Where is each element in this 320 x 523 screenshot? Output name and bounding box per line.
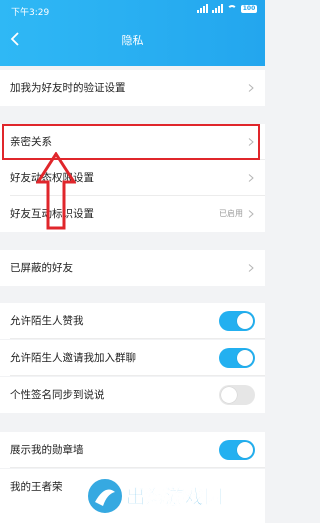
status-time: 下午3:29 (11, 8, 50, 18)
signature-sync-item: 个性签名同步到说说 (0, 377, 265, 413)
wifi-icon (227, 5, 237, 12)
watermark: 出海游戏园 (80, 470, 265, 523)
toggle-knob (221, 387, 237, 403)
honor-of-kings-label: 我的王者荣 (10, 481, 63, 493)
chevron-right-icon (248, 174, 254, 182)
allow-stranger-group-item: 允许陌生人邀请我加入群聊 (0, 340, 265, 376)
interaction-marks-status: 已启用 (219, 209, 243, 218)
title-bar: 下午3:29 100 隐私 (0, 0, 265, 66)
show-medals-label: 展示我的勋章墙 (10, 444, 84, 456)
signature-sync-label: 个性签名同步到说说 (10, 389, 105, 401)
divider (10, 467, 265, 468)
divider (10, 338, 265, 339)
divider (10, 375, 265, 376)
toggle-knob (237, 442, 253, 458)
allow-stranger-like-toggle[interactable] (219, 311, 255, 331)
verification-settings-label: 加我为好友时的验证设置 (10, 82, 126, 94)
allow-stranger-like-label: 允许陌生人赞我 (10, 315, 84, 327)
allow-stranger-group-label: 允许陌生人邀请我加入群聊 (10, 352, 136, 364)
chevron-right-icon (248, 264, 254, 272)
allow-stranger-group-toggle[interactable] (219, 348, 255, 368)
page-title: 隐私 (121, 34, 144, 47)
battery-icon: 100 (241, 4, 257, 13)
status-bar: 下午3:29 100 (0, 0, 265, 22)
show-medals-toggle[interactable] (219, 440, 255, 460)
blocked-friends-item[interactable]: 已屏蔽的好友 (0, 250, 265, 286)
signature-sync-toggle[interactable] (219, 385, 255, 405)
watermark-logo-icon (86, 477, 124, 515)
chevron-right-icon (248, 84, 254, 92)
blocked-friends-label: 已屏蔽的好友 (10, 262, 73, 274)
allow-stranger-like-item: 允许陌生人赞我 (0, 303, 265, 339)
signal-icon (197, 4, 208, 13)
toggle-knob (237, 350, 253, 366)
status-icons: 100 (197, 4, 257, 13)
toggle-knob (237, 313, 253, 329)
show-medals-item: 展示我的勋章墙 (0, 432, 265, 468)
signal-icon-2 (212, 4, 223, 13)
watermark-text: 出海游戏园 (126, 486, 224, 509)
annotation-arrow (36, 152, 76, 230)
verification-settings-item[interactable]: 加我为好友时的验证设置 (0, 70, 265, 106)
chevron-right-icon (248, 210, 254, 218)
